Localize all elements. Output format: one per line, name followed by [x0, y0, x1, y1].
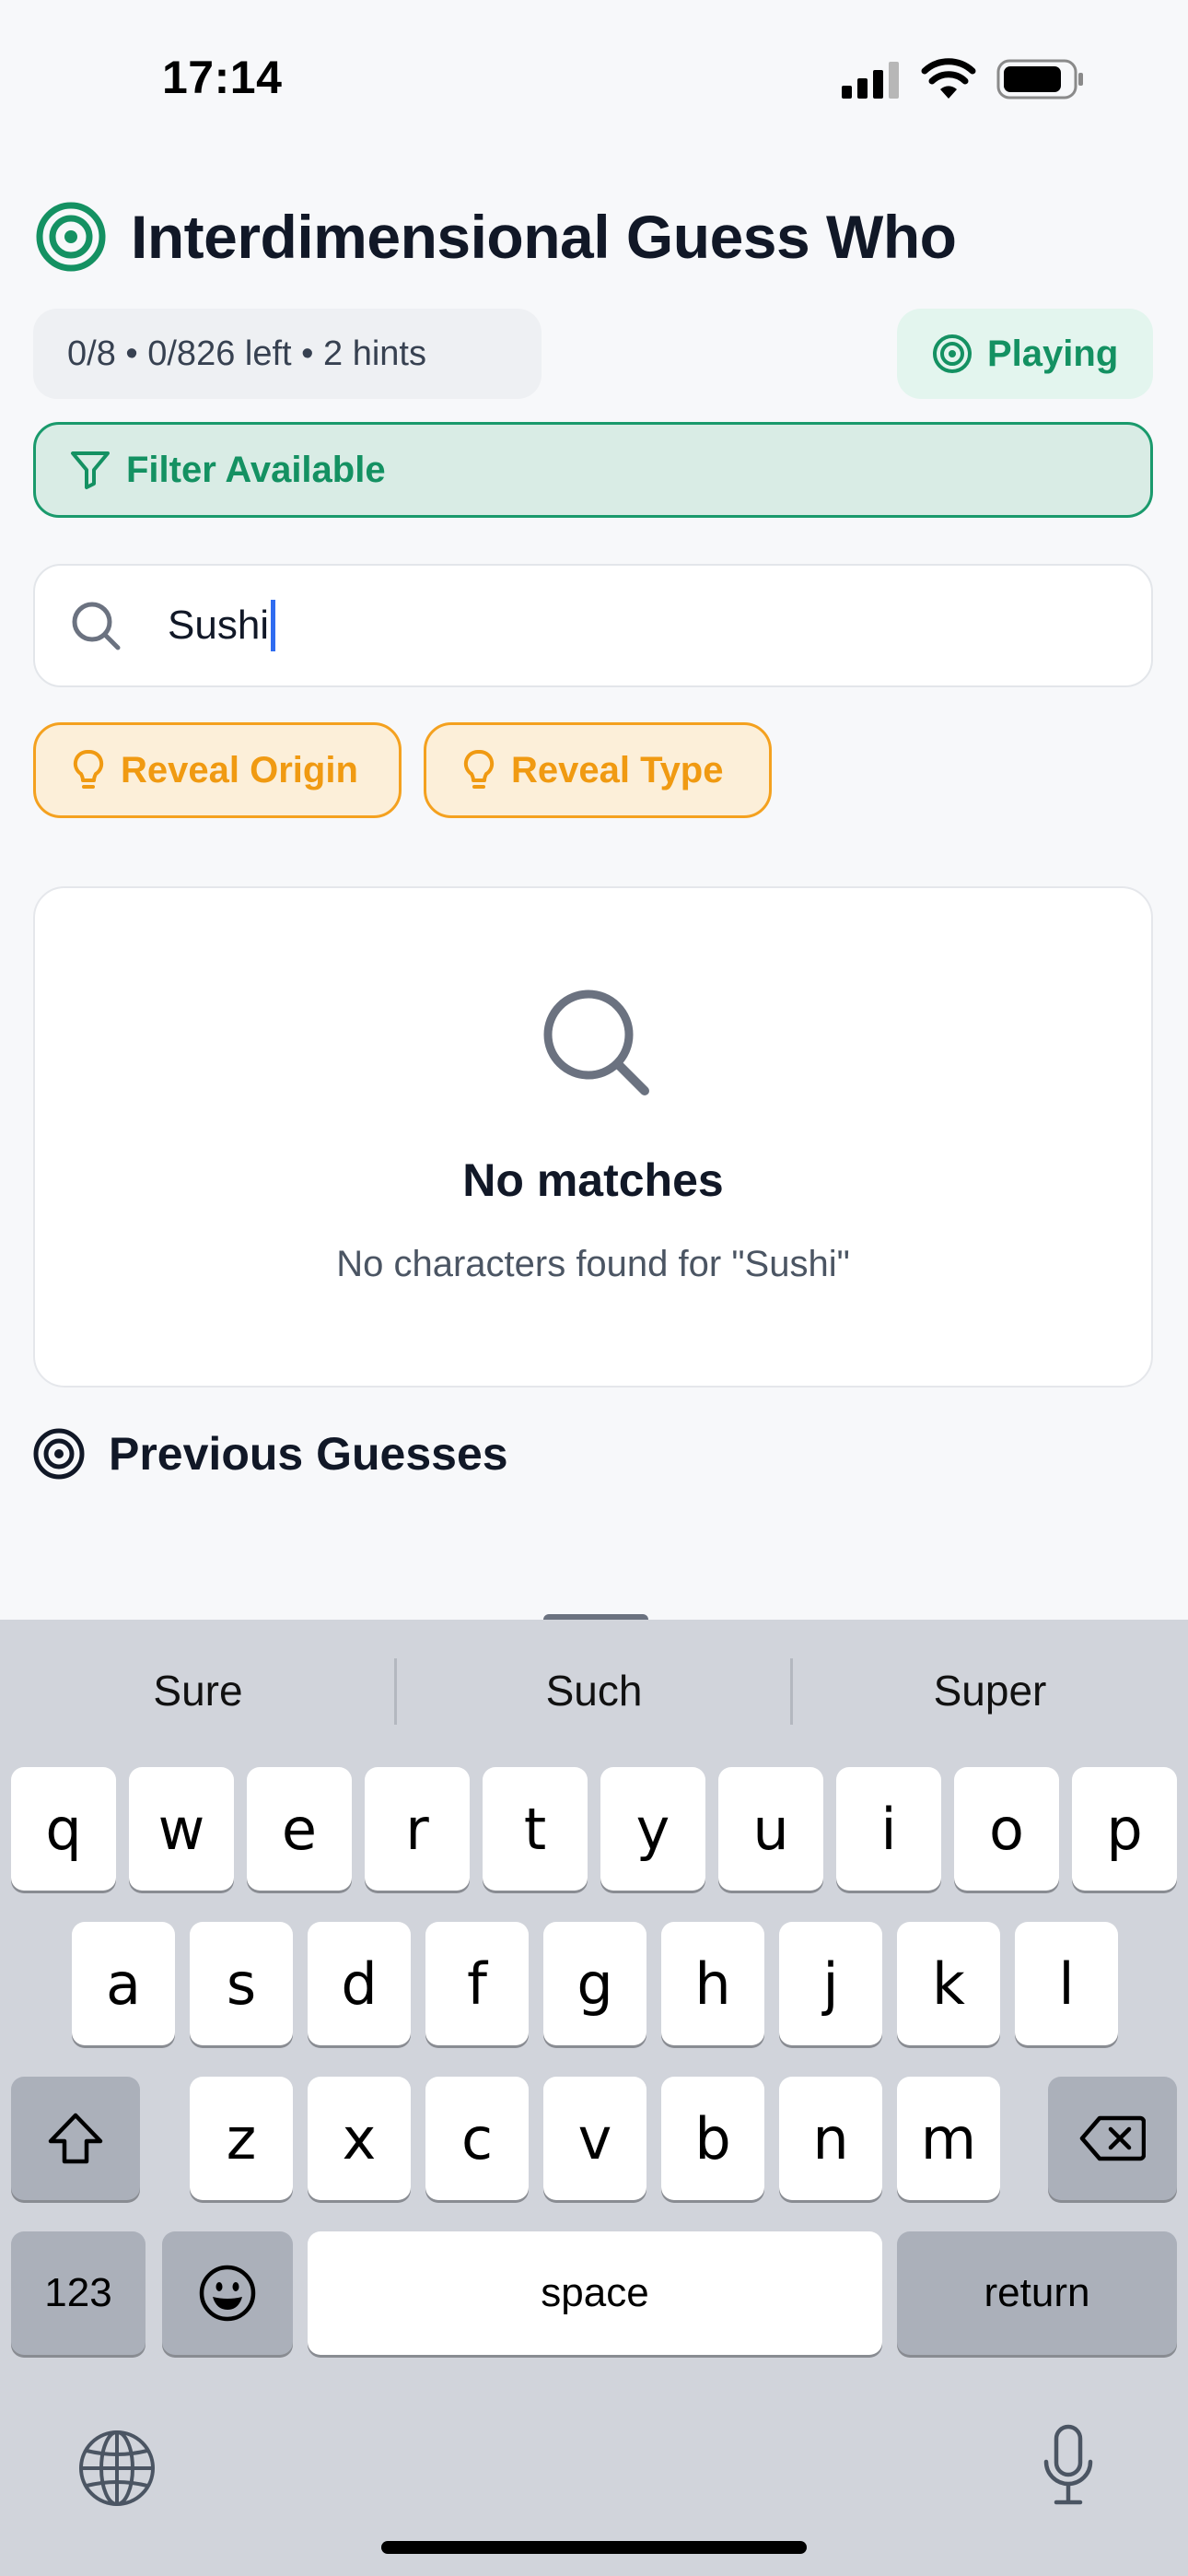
key-z[interactable]: z	[190, 2077, 293, 2200]
previous-guesses-header: Previous Guesses	[33, 1419, 508, 1489]
lightbulb-icon	[73, 749, 104, 789]
search-input[interactable]: Sushi	[33, 564, 1153, 687]
suggestion-2[interactable]: Such	[396, 1654, 792, 1727]
delete-icon	[1079, 2115, 1146, 2161]
shift-icon	[48, 2113, 103, 2164]
key-y[interactable]: y	[600, 1767, 705, 1891]
game-stats: 0/8 • 0/826 left • 2 hints	[33, 309, 542, 399]
key-b[interactable]: b	[661, 2077, 764, 2200]
app-header: Interdimensional Guess Who	[35, 195, 957, 278]
lightbulb-icon	[463, 749, 495, 789]
funnel-icon	[71, 451, 110, 489]
target-icon	[33, 1428, 85, 1480]
key-n[interactable]: n	[779, 2077, 882, 2200]
key-u[interactable]: u	[718, 1767, 823, 1891]
search-icon	[72, 602, 121, 650]
space-key[interactable]: space	[308, 2231, 882, 2355]
key-j[interactable]: j	[779, 1922, 882, 2045]
suggestion-3[interactable]: Super	[792, 1654, 1188, 1727]
key-m[interactable]: m	[897, 2077, 1000, 2200]
reveal-type-button[interactable]: Reveal Type	[424, 722, 772, 818]
reveal-origin-label: Reveal Origin	[121, 749, 358, 790]
status-time: 17:14	[162, 52, 283, 103]
emoji-key[interactable]	[162, 2231, 293, 2355]
home-indicator	[381, 2541, 807, 2554]
key-k[interactable]: k	[897, 1922, 1000, 2045]
shift-key[interactable]	[11, 2077, 140, 2200]
battery-icon	[996, 59, 1083, 100]
no-results-card: No matches No characters found for "Sush…	[33, 886, 1153, 1388]
key-r[interactable]: r	[365, 1767, 470, 1891]
text-caret	[271, 600, 276, 651]
globe-icon[interactable]	[77, 2429, 157, 2508]
signal-icon	[842, 62, 899, 99]
filter-label: Filter Available	[126, 449, 386, 490]
key-h[interactable]: h	[661, 1922, 764, 2045]
search-icon	[543, 989, 649, 1095]
filter-available-button[interactable]: Filter Available	[33, 422, 1153, 518]
search-value: Sushi	[168, 603, 270, 648]
empty-state-message: No characters found for "Sushi"	[336, 1244, 850, 1284]
empty-state-title: No matches	[462, 1154, 724, 1206]
emoji-icon	[199, 2265, 256, 2322]
key-v[interactable]: v	[543, 2077, 646, 2200]
key-o[interactable]: o	[954, 1767, 1059, 1891]
key-c[interactable]: c	[425, 2077, 529, 2200]
key-g[interactable]: g	[543, 1922, 646, 2045]
reveal-type-label: Reveal Type	[511, 749, 724, 790]
key-x[interactable]: x	[308, 2077, 411, 2200]
key-i[interactable]: i	[836, 1767, 941, 1891]
previous-guesses-title: Previous Guesses	[109, 1428, 508, 1480]
key-f[interactable]: f	[425, 1922, 529, 2045]
return-key[interactable]: return	[897, 2231, 1177, 2355]
key-q[interactable]: q	[11, 1767, 116, 1891]
key-w[interactable]: w	[129, 1767, 234, 1891]
key-l[interactable]: l	[1015, 1922, 1118, 2045]
key-d[interactable]: d	[308, 1922, 411, 2045]
target-icon	[933, 334, 972, 373]
key-a[interactable]: a	[72, 1922, 175, 2045]
game-status-label: Playing	[987, 333, 1119, 374]
game-status-badge: Playing	[897, 309, 1153, 399]
key-s[interactable]: s	[190, 1922, 293, 2045]
key-p[interactable]: p	[1072, 1767, 1177, 1891]
suggestion-1[interactable]: Sure	[0, 1654, 396, 1727]
reveal-origin-button[interactable]: Reveal Origin	[33, 722, 402, 818]
wifi-icon	[921, 58, 976, 99]
delete-key[interactable]	[1048, 2077, 1177, 2200]
key-t[interactable]: t	[483, 1767, 588, 1891]
target-icon	[36, 202, 106, 272]
page-title: Interdimensional Guess Who	[131, 203, 957, 271]
key-e[interactable]: e	[247, 1767, 352, 1891]
microphone-icon[interactable]	[1041, 2423, 1096, 2508]
numbers-key[interactable]: 123	[11, 2231, 146, 2355]
status-bar: 17:14	[0, 0, 1188, 157]
